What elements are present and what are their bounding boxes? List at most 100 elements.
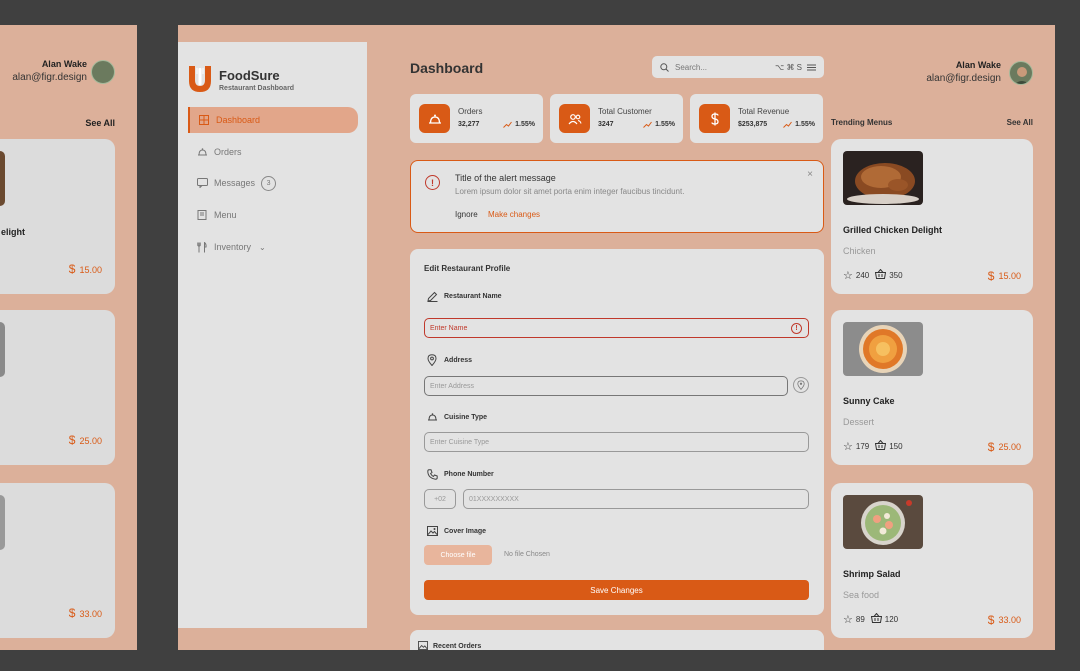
menu-category: Dessert [843, 417, 875, 427]
ghost-avatar [91, 60, 115, 84]
dashboard-frame: FoodSure Restaurant Dashboard Dashboard … [178, 25, 1055, 650]
search-shortcut: ⌥ ⌘ S [775, 62, 802, 72]
stat-value: 3247 [598, 121, 614, 128]
alert-title: Title of the alert message [455, 173, 556, 183]
stat-trend: 1.55% [503, 121, 535, 128]
ghost-price: $25.00 [68, 433, 102, 447]
page-title: Dashboard [410, 60, 484, 76]
dollar-icon: $ [987, 613, 995, 627]
menu-image-chicken [843, 151, 923, 205]
menu-stats: ☆ 179 150 [843, 439, 903, 453]
ghost-user-email: alan@figr.design [12, 72, 87, 83]
sidebar-item-orders[interactable]: Orders [188, 139, 358, 165]
trend-up-icon [783, 121, 793, 128]
stat-card-customers: Total Customer 3247 1.55% [550, 94, 683, 143]
sidebar-item-label: Orders [214, 147, 242, 157]
sidebar-item-dashboard[interactable]: Dashboard [188, 107, 358, 133]
alert-ignore-button[interactable]: Ignore [455, 210, 478, 219]
sidebar-item-label: Dashboard [216, 115, 261, 125]
utensils-icon [196, 241, 208, 253]
menu-icon[interactable] [807, 64, 816, 71]
alert-make-changes-button[interactable]: Make changes [488, 210, 540, 219]
phone-country-code[interactable]: +02 [424, 489, 456, 509]
star-icon: ☆ [843, 270, 853, 282]
menu-price: $25.00 [987, 440, 1021, 454]
close-icon[interactable]: × [807, 169, 813, 180]
menu-stats: ☆ 89 120 [843, 612, 899, 626]
save-changes-button[interactable]: Save Changes [424, 580, 809, 600]
address-input[interactable]: Enter Address [424, 376, 788, 396]
ghost-card-title: elight [1, 227, 25, 237]
alert-info-icon: ! [425, 175, 440, 190]
trending-menus-title: Trending Menus [831, 118, 893, 127]
user-info[interactable]: Alan Wake alan@figr.design [926, 60, 1001, 84]
dollar-icon: $ [987, 440, 995, 454]
menu-card[interactable]: Grilled Chicken Delight Chicken ☆ 240 35… [831, 139, 1033, 294]
ghost-price: $33.00 [68, 606, 102, 620]
phone-label: Phone Number [426, 468, 494, 480]
ghost-see-all: See All [85, 118, 115, 128]
input-placeholder: Enter Address [430, 382, 474, 390]
ghost-card: $25.00 [0, 310, 115, 465]
see-all-link[interactable]: See All [1007, 118, 1033, 127]
avatar[interactable] [1009, 61, 1033, 85]
search-placeholder: Search... [675, 62, 708, 72]
stat-trend: 1.55% [783, 121, 815, 128]
trend-up-icon [503, 121, 513, 128]
stat-value: $253,875 [738, 121, 768, 128]
menu-name: Grilled Chicken Delight [843, 225, 943, 235]
cloche-icon [196, 146, 208, 158]
foodsure-logo-icon [189, 66, 211, 92]
ghost-price: $15.00 [68, 262, 102, 276]
brand-name: FoodSure [219, 68, 280, 83]
input-placeholder: 01XXXXXXXXX [469, 495, 519, 503]
stat-value: 32,277 [458, 121, 480, 128]
ghost-card: $33.00 [0, 483, 115, 638]
ghost-thumb [0, 322, 5, 377]
star-icon: ☆ [843, 441, 853, 453]
stat-label: Total Customer [598, 107, 652, 116]
stat-trend: 1.55% [643, 121, 675, 128]
search-input[interactable]: Search... ⌥ ⌘ S [652, 56, 824, 78]
cloche-icon [426, 411, 438, 423]
phone-input[interactable]: 01XXXXXXXXX [463, 489, 809, 509]
user-email: alan@figr.design [926, 73, 1001, 84]
menu-card[interactable]: Sunny Cake Dessert ☆ 179 150 $25.00 [831, 310, 1033, 465]
cover-image-label: Cover Image [426, 525, 486, 537]
ghost-card: elight $15.00 [0, 139, 115, 294]
image-icon [426, 525, 438, 537]
restaurant-name-label: Restaurant Name [426, 290, 502, 302]
trend-up-icon [643, 121, 653, 128]
sidebar-item-label: Messages [214, 178, 256, 188]
choose-file-button[interactable]: Choose file [424, 545, 492, 565]
sidebar-item-menu[interactable]: Menu [188, 202, 358, 228]
menu-name: Sunny Cake [843, 396, 895, 406]
menu-price: $33.00 [987, 613, 1021, 627]
star-icon: ☆ [843, 614, 853, 626]
menu-card[interactable]: Shrimp Salad Sea food ☆ 89 120 $33.00 [831, 483, 1033, 638]
chat-icon [196, 177, 208, 189]
sidebar-item-label: Menu [214, 210, 237, 220]
chevron-down-icon: ⌄ [259, 242, 266, 252]
menu-price: $15.00 [987, 269, 1021, 283]
restaurant-name-input[interactable]: Enter Name ! [424, 318, 809, 338]
recent-orders-card: Recent Orders [410, 630, 824, 650]
sidebar-item-inventory[interactable]: Inventory ⌄ [188, 234, 358, 260]
basket-icon [870, 612, 882, 626]
location-pin-icon [426, 354, 438, 366]
cuisine-input[interactable]: Enter Cuisine Type [424, 432, 809, 452]
ghost-thumb [0, 151, 5, 206]
book-icon [196, 209, 208, 221]
stat-label: Orders [458, 107, 483, 116]
cuisine-label: Cuisine Type [426, 411, 487, 423]
stat-label: Total Revenue [738, 107, 790, 116]
sidebar-item-messages[interactable]: Messages 3 [188, 170, 358, 196]
user-name: Alan Wake [955, 60, 1001, 70]
grid-icon [198, 114, 210, 126]
menu-category: Sea food [843, 590, 880, 600]
map-pin-button[interactable] [793, 377, 809, 393]
edit-profile-form: Edit Restaurant Profile Restaurant Name … [410, 249, 824, 615]
pencil-icon [426, 290, 438, 302]
messages-count-badge: 3 [261, 175, 277, 191]
stat-card-revenue: Total Revenue $253,875 1.55% [690, 94, 823, 143]
